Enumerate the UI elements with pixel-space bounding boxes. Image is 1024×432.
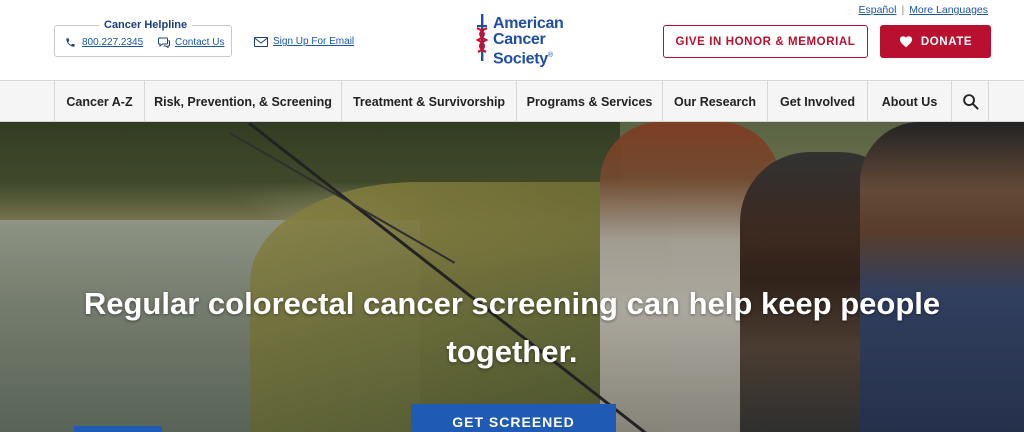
helpline-phone-link[interactable]: 800.227.2345	[65, 37, 143, 48]
language-links: Español | More Languages	[859, 4, 989, 16]
donate-label: DONATE	[920, 35, 973, 48]
nav-item-about-us[interactable]: About Us	[868, 81, 952, 122]
phone-icon	[66, 38, 75, 47]
search-icon	[962, 94, 979, 110]
nav-search-button[interactable]	[952, 81, 989, 122]
nav-item-treatment-survivorship[interactable]: Treatment & Survivorship	[342, 81, 517, 122]
nav-items: Cancer A-Z Risk, Prevention, & Screening…	[54, 81, 989, 122]
nav-item-our-research[interactable]: Our Research	[663, 81, 768, 122]
logo-line-society: Society®	[493, 48, 564, 67]
logo-society-word: Society	[493, 50, 548, 68]
hero-slide-indicator[interactable]	[74, 426, 162, 432]
hero-overlay	[0, 122, 1024, 432]
hero-banner: Regular colorectal cancer screening can …	[0, 122, 1024, 432]
logo-line-cancer: Cancer	[493, 31, 546, 48]
main-navigation: Cancer A-Z Risk, Prevention, & Screening…	[0, 80, 1024, 122]
registered-mark: ®	[547, 52, 553, 59]
cancer-helpline-box: Cancer Helpline 800.227.2345 Contact Us	[54, 19, 232, 57]
language-separator: |	[901, 4, 905, 16]
email-signup-link[interactable]: Sign Up For Email	[254, 36, 354, 47]
contact-us-link[interactable]: Contact Us	[158, 37, 224, 48]
more-languages-link[interactable]: More Languages	[909, 4, 988, 16]
get-screened-button[interactable]: GET SCREENED	[411, 404, 616, 432]
donate-button[interactable]: DONATE	[880, 25, 991, 58]
espanol-link[interactable]: Español	[859, 4, 897, 16]
helpline-phone-number: 800.227.2345	[82, 37, 144, 48]
envelope-icon	[254, 36, 268, 47]
chat-icon	[158, 37, 170, 48]
nav-item-get-involved[interactable]: Get Involved	[768, 81, 868, 122]
sword-caduceus-icon	[475, 14, 489, 61]
helpline-title: Cancer Helpline	[99, 19, 193, 31]
email-signup-label: Sign Up For Email	[273, 36, 355, 47]
hero-headline: Regular colorectal cancer screening can …	[83, 286, 941, 369]
nav-item-programs-services[interactable]: Programs & Services	[517, 81, 663, 122]
nav-item-cancer-a-z[interactable]: Cancer A-Z	[55, 81, 145, 122]
logo-wordmark: American Cancer Society®	[493, 16, 564, 67]
acs-logo[interactable]: American Cancer Society®	[474, 14, 584, 67]
site-header: Español | More Languages Cancer Helpline…	[0, 0, 1024, 80]
heart-icon	[899, 36, 912, 48]
contact-us-label: Contact Us	[175, 37, 225, 48]
logo-line-american: American	[493, 15, 564, 32]
give-in-honor-button[interactable]: GIVE IN HONOR & MEMORIAL	[663, 25, 868, 58]
nav-item-risk-prevention-screening[interactable]: Risk, Prevention, & Screening	[145, 81, 342, 122]
